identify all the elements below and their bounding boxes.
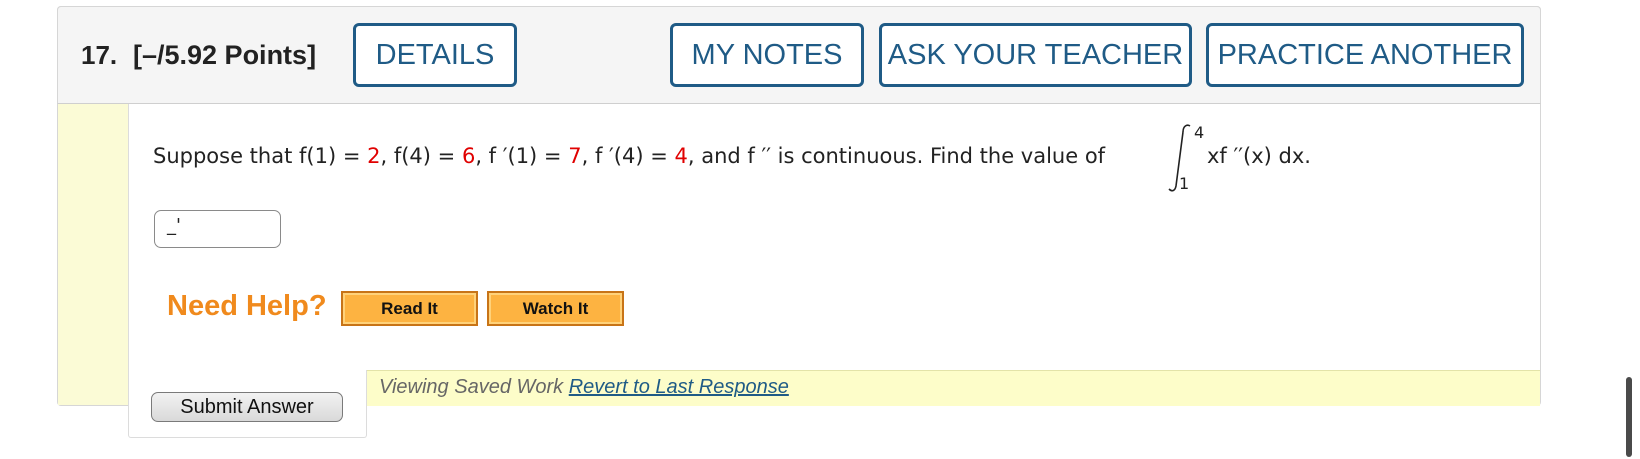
my-notes-button[interactable]: MY NOTES [670, 23, 864, 87]
condition-fp1-lhs: f ′(1) = [488, 144, 569, 168]
need-help-label: Need Help? [167, 290, 327, 322]
watch-it-button[interactable]: Watch It [487, 291, 624, 326]
condition-f4-value: 6 [461, 144, 476, 168]
condition-fp4-value: 4 [674, 144, 688, 168]
question-continuity-text: , and f ′′ is continuous. Find the value… [687, 144, 1106, 168]
read-it-button[interactable]: Read It [341, 291, 478, 326]
practice-another-button[interactable]: PRACTICE ANOTHER [1206, 23, 1524, 87]
status-message: Viewing Saved Work Revert to Last Respon… [379, 376, 789, 399]
ask-your-teacher-button[interactable]: ASK YOUR TEACHER [879, 23, 1192, 87]
answer-input[interactable]: _' [154, 210, 281, 248]
question-text: Suppose that f(1) = 2, f(4) = 6, f ′(1) … [153, 144, 1106, 168]
integrand: xf ′′(x) dx. [1207, 144, 1311, 168]
condition-fp4-lhs: f ′(4) = [594, 144, 675, 168]
condition-f4-lhs: f(4) = [393, 144, 462, 168]
question-status-stripe [58, 104, 128, 405]
page-scrollbar[interactable] [1626, 377, 1632, 457]
answer-value: _' [167, 215, 181, 236]
condition-f1-value: 2 [367, 144, 381, 168]
revert-to-last-response-link[interactable]: Revert to Last Response [569, 376, 789, 398]
integral-upper-limit: 4 [1194, 123, 1204, 142]
integral-lower-limit: 1 [1179, 174, 1189, 193]
question-intro: Suppose that [153, 144, 300, 168]
condition-f1-lhs: f(1) = [299, 144, 368, 168]
question-number: 17. [81, 40, 118, 70]
question-points: [–/5.92 Points] [133, 40, 317, 70]
condition-fp1-value: 7 [568, 144, 582, 168]
viewing-saved-work-text: Viewing Saved Work [379, 376, 569, 398]
details-button[interactable]: DETAILS [353, 23, 517, 87]
submit-answer-button[interactable]: Submit Answer [151, 392, 343, 422]
